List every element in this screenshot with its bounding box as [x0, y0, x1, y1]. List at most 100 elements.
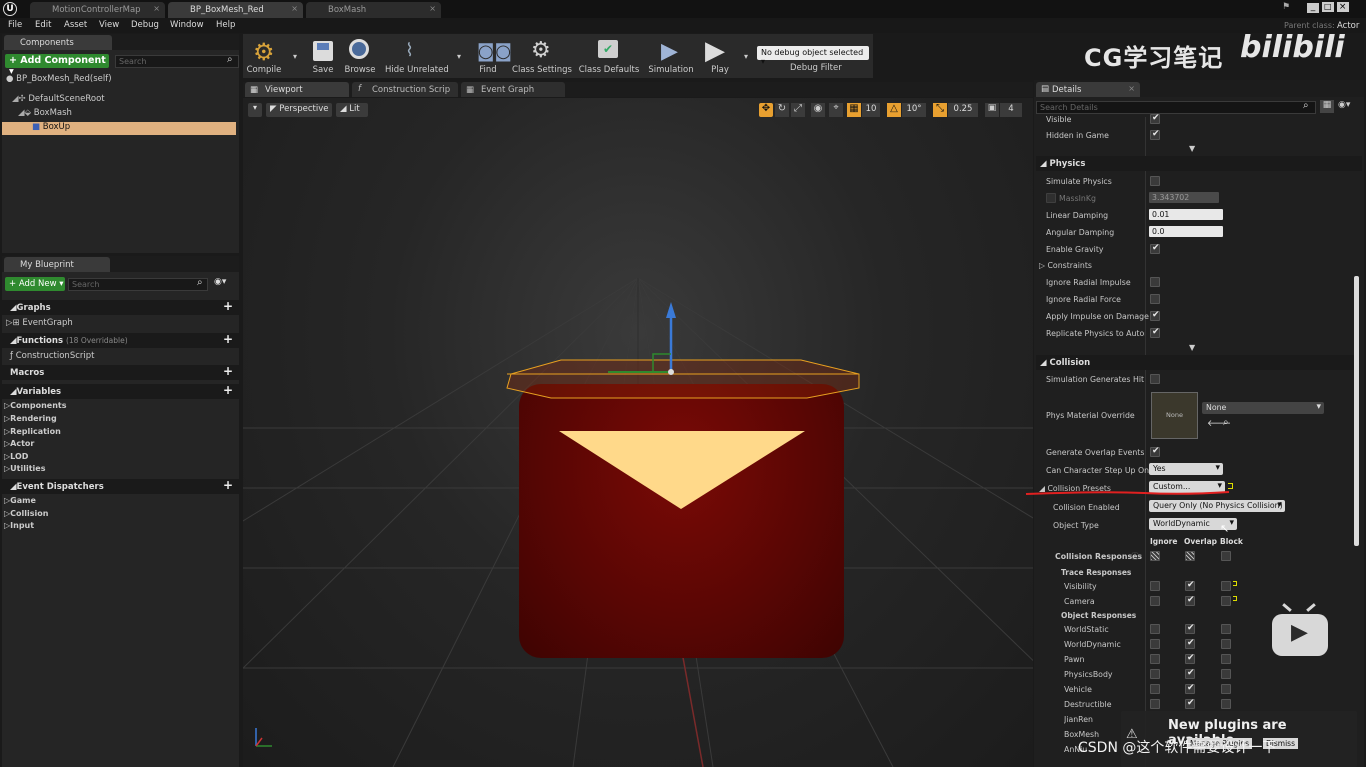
maximize-icon[interactable]: □	[1321, 2, 1334, 12]
material-thumbnail[interactable]: None	[1151, 392, 1198, 439]
mass-in-kg-field[interactable]: 3.343702	[1149, 192, 1219, 203]
block-checkbox[interactable]	[1221, 639, 1231, 649]
variable-category[interactable]: ▷Utilities	[2, 464, 45, 477]
overlap-checkbox[interactable]	[1185, 683, 1195, 694]
eye-icon[interactable]: ◉▾	[1338, 100, 1350, 110]
ignore-checkbox[interactable]	[1150, 699, 1160, 709]
block-checkbox[interactable]	[1221, 699, 1231, 709]
overlap-checkbox[interactable]	[1185, 623, 1195, 634]
details-scrollbar[interactable]	[1354, 276, 1359, 546]
component-item-self[interactable]: ● BP_BoxMesh_Red(self)	[2, 74, 112, 87]
viewport[interactable]: ▾ ◤ Perspective ◢ Lit ✥ ↻ ⤢ ◉ ⌖ ▦ 10 △ 1…	[243, 98, 1033, 767]
physics-section-header[interactable]: ◢ Physics	[1036, 156, 1362, 171]
unreal-logo-icon[interactable]: U	[3, 2, 17, 16]
blueprint-search-input[interactable]: Search	[68, 278, 208, 291]
notification-icon[interactable]: ⚑	[1282, 2, 1290, 12]
overlap-checkbox[interactable]	[1185, 595, 1195, 606]
event-dispatchers-section[interactable]: ◢Event Dispatchers +	[2, 479, 239, 494]
rotation-snap-value[interactable]: 10°	[902, 103, 926, 117]
rotation-snap-icon[interactable]: △	[887, 103, 901, 117]
ignore-checkbox[interactable]	[1150, 581, 1160, 591]
variables-section[interactable]: ◢Variables +	[2, 384, 239, 399]
ignore-checkbox[interactable]	[1150, 669, 1160, 679]
add-icon[interactable]: +	[223, 333, 233, 345]
ignore-radial-impulse-checkbox[interactable]	[1150, 277, 1160, 287]
linear-damping-field[interactable]: 0.01	[1149, 209, 1223, 220]
expand-arrow-icon[interactable]: ▼	[1189, 343, 1195, 352]
help-icon[interactable]: ⓘ	[1131, 551, 1139, 562]
menu-view[interactable]: View	[99, 20, 119, 30]
camera-speed-value[interactable]: 4	[1000, 103, 1022, 117]
dispatcher-category[interactable]: ▷Input	[2, 521, 34, 534]
component-item-boxmash[interactable]: ◢⬙ BoxMash	[2, 108, 72, 121]
scale-mode-icon[interactable]: ⤢	[791, 103, 805, 117]
scale-snap-value[interactable]: 0.25	[948, 103, 978, 117]
red-box-mesh[interactable]	[519, 384, 844, 658]
variable-category[interactable]: ▷Actor	[2, 439, 34, 452]
reset-to-default-icon[interactable]	[1233, 596, 1237, 601]
add-icon[interactable]: +	[223, 365, 233, 377]
all-block-checkbox[interactable]	[1221, 551, 1231, 561]
overlap-checkbox[interactable]	[1185, 698, 1195, 709]
collision-section-header[interactable]: ◢ Collision	[1036, 355, 1354, 370]
dispatcher-category[interactable]: ▷Game	[2, 496, 36, 509]
grid-snap-value[interactable]: 10	[862, 103, 880, 117]
translate-mode-icon[interactable]: ✥	[759, 103, 773, 117]
block-checkbox[interactable]	[1221, 654, 1231, 664]
menu-edit[interactable]: Edit	[35, 20, 51, 30]
ignore-checkbox[interactable]	[1150, 596, 1160, 606]
block-checkbox[interactable]	[1221, 581, 1231, 591]
tab-boxmash[interactable]: BoxMash ×	[306, 2, 441, 18]
block-checkbox[interactable]	[1221, 624, 1231, 634]
class-defaults-button[interactable]: ✔ Class Defaults	[577, 36, 641, 78]
visible-checkbox[interactable]	[1150, 113, 1160, 124]
ignore-checkbox[interactable]	[1150, 684, 1160, 694]
perspective-button[interactable]: ◤ Perspective	[266, 103, 332, 117]
variable-category[interactable]: ▷Components	[2, 401, 66, 414]
component-search-input[interactable]: Search	[115, 55, 239, 68]
close-icon[interactable]: ×	[429, 4, 436, 13]
phys-material-dropdown[interactable]: None	[1202, 402, 1324, 414]
menu-debug[interactable]: Debug	[131, 20, 159, 30]
transform-gizmo-icon[interactable]	[603, 298, 723, 398]
all-ignore-checkbox[interactable]	[1150, 551, 1160, 561]
compile-button[interactable]: ⚙ Compile ▾	[245, 36, 297, 78]
apply-impulse-on-damage-checkbox[interactable]	[1150, 310, 1160, 321]
chevron-down-icon[interactable]: ▾	[293, 52, 297, 61]
menu-asset[interactable]: Asset	[64, 20, 87, 30]
add-component-button[interactable]: + Add Component ▾	[5, 54, 109, 77]
replicate-physics-checkbox[interactable]	[1150, 327, 1160, 338]
angular-damping-field[interactable]: 0.0	[1149, 226, 1223, 237]
overlap-checkbox[interactable]	[1185, 653, 1195, 664]
tab-construction-script[interactable]: f Construction Scrip	[352, 82, 458, 97]
macros-section[interactable]: Macros +	[2, 365, 239, 380]
add-icon[interactable]: +	[223, 384, 233, 396]
close-icon[interactable]: ×	[291, 4, 298, 13]
debug-object-select[interactable]: No debug object selected ▾	[757, 46, 869, 66]
lit-button[interactable]: ◢ Lit	[336, 103, 368, 117]
viewport-options-button[interactable]: ▾	[248, 103, 262, 117]
save-button[interactable]: Save	[306, 36, 340, 78]
world-space-icon[interactable]: ◉	[811, 103, 825, 117]
functions-section[interactable]: ◢Functions (18 Overridable) +	[2, 333, 239, 348]
variable-category[interactable]: ▷Rendering	[2, 414, 57, 427]
tab-event-graph[interactable]: ▦ Event Graph	[461, 82, 565, 97]
block-checkbox[interactable]	[1221, 669, 1231, 679]
add-new-button[interactable]: + Add New ▾	[5, 277, 65, 291]
simulate-physics-checkbox[interactable]	[1150, 176, 1160, 186]
class-settings-button[interactable]: ⚙ Class Settings	[511, 36, 573, 78]
grid-snap-icon[interactable]: ▦	[847, 103, 861, 117]
all-overlap-checkbox[interactable]	[1185, 551, 1195, 561]
scale-snap-icon[interactable]: ⤡	[933, 103, 947, 117]
minimize-icon[interactable]: _	[1306, 3, 1319, 13]
enable-gravity-checkbox[interactable]	[1150, 243, 1160, 254]
menu-help[interactable]: Help	[216, 20, 235, 30]
overlap-checkbox[interactable]	[1185, 638, 1195, 649]
ignore-checkbox[interactable]	[1150, 639, 1160, 649]
overlap-checkbox[interactable]	[1185, 668, 1195, 679]
hidden-in-game-checkbox[interactable]	[1150, 129, 1160, 140]
component-item-boxup[interactable]: ■ BoxUp	[2, 122, 236, 135]
mass-override-checkbox[interactable]	[1046, 193, 1056, 203]
chevron-down-icon[interactable]: ▾	[744, 52, 748, 61]
block-checkbox[interactable]	[1221, 684, 1231, 694]
